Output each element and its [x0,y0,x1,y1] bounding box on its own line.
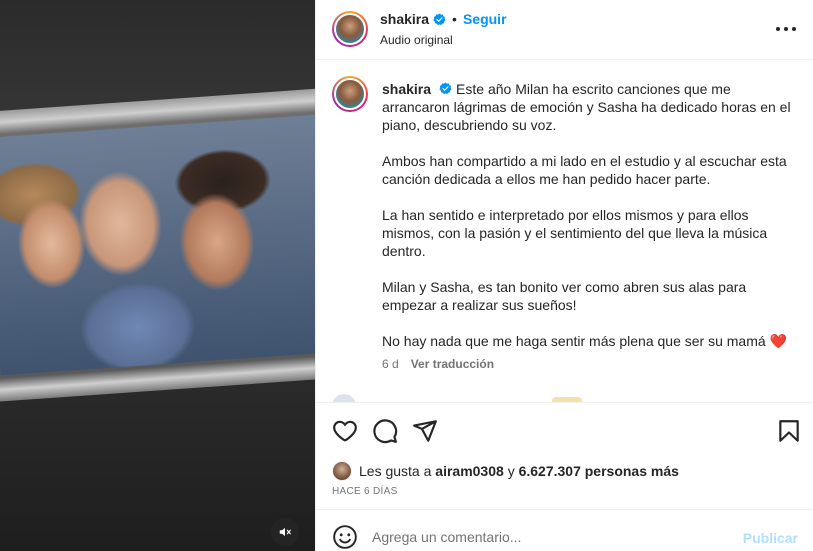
reel-video[interactable] [0,0,315,551]
author-avatar[interactable] [332,11,368,47]
caption-meta: 6 d Ver traducción [382,357,494,371]
caption-author-avatar[interactable] [332,76,368,112]
video-frame [0,87,315,403]
author-username[interactable]: shakira [380,11,429,27]
comment-avatar[interactable] [332,394,356,402]
comment-icon[interactable] [372,418,398,444]
caption-section: shakira Este año Milan ha escrito cancio… [316,61,813,403]
heart-emoji: ❤️ [769,333,787,349]
bookmark-icon[interactable] [776,418,802,444]
post-header: shakira • Seguir Audio original [316,0,813,60]
caption-text: shakira Este año Milan ha escrito cancio… [382,80,792,368]
heart-icon[interactable] [332,418,358,444]
video-content [0,114,315,376]
separator-dot: • [452,11,457,27]
comment-bar: Publicar [316,509,813,551]
action-bar [316,404,813,454]
muted-speaker-icon [279,527,291,537]
caption-paragraph: La han sentido e interpretado por ellos … [382,207,768,259]
liker-avatar[interactable] [332,461,352,481]
liker-username[interactable]: airam0308 [435,463,504,479]
comment-preview [552,397,582,402]
follow-button[interactable]: Seguir [463,11,507,27]
more-options-icon[interactable] [776,22,796,36]
likes-count[interactable]: 6.627.307 personas más [519,463,679,479]
post-date[interactable]: HACE 6 DÍAS [332,486,398,497]
publish-button[interactable]: Publicar [743,530,798,546]
comment-input[interactable] [372,524,732,550]
verified-badge-icon [433,13,446,25]
mute-button[interactable] [271,518,299,546]
likes-connector: y [507,463,515,479]
likes-prefix: Les gusta a [359,463,432,479]
caption-paragraph: Milan y Sasha, es tan bonito ver como ab… [382,279,747,313]
emoji-icon[interactable] [332,524,358,550]
share-icon[interactable] [412,418,438,444]
post-age[interactable]: 6 d [382,357,399,371]
post-details-panel: shakira • Seguir Audio original shakira … [315,0,813,551]
caption-paragraph: Ambos han compartido a mi lado en el est… [382,153,787,187]
caption-paragraph: No hay nada que me haga sentir más plena… [382,333,766,349]
translate-link[interactable]: Ver traducción [411,357,494,371]
verified-badge-icon [439,82,452,95]
audio-label[interactable]: Audio original [380,33,507,47]
likes-summary: Les gusta a airam0308 y 6.627.307 person… [332,461,679,481]
caption-username[interactable]: shakira [382,81,431,97]
